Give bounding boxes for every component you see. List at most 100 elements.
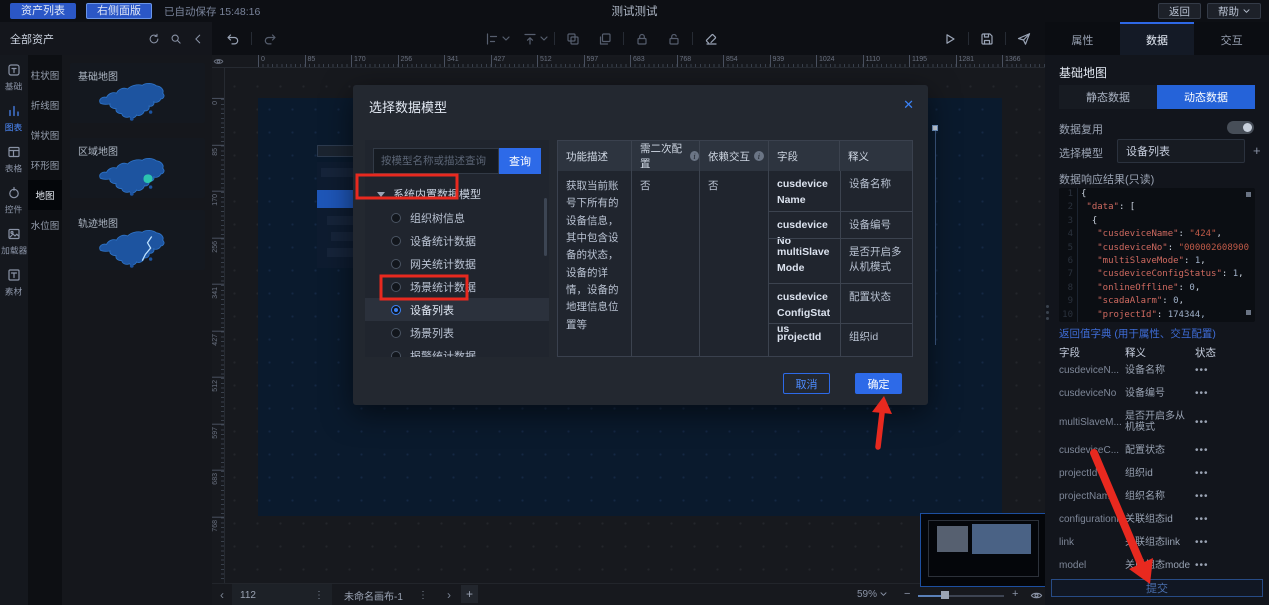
dict-status-menu[interactable]: ••• [1195,468,1209,479]
ruler-eye-icon[interactable] [213,56,224,67]
zoom-slider-handle[interactable] [941,591,949,599]
static-data-option[interactable]: 静态数据 [1059,85,1157,109]
header-label: 依赖交互 [708,149,750,164]
radio-icon[interactable] [391,351,401,358]
zoom-in-button[interactable]: + [1012,588,1018,600]
tree-item-model[interactable]: 场景列表 [365,321,549,344]
page-tab[interactable]: 112 ⋮ [232,584,332,605]
tree-item-model[interactable]: 网关统计数据 [365,252,549,275]
radio-icon[interactable] [391,236,401,246]
chevron-down-icon[interactable] [540,35,548,43]
zoom-out-button[interactable]: − [904,588,910,600]
preview-eye-icon[interactable] [1030,589,1043,602]
panel-resize-handle[interactable] [1046,305,1049,320]
add-page-button[interactable]: + [461,585,478,603]
page-tab[interactable]: 未命名画布-1 ⋮ [336,584,436,605]
help-button[interactable]: 帮助 [1207,3,1261,19]
confirm-button[interactable]: 确定 [855,373,902,394]
dict-status-menu[interactable]: ••• [1195,365,1209,376]
dict-status-menu[interactable]: ••• [1195,537,1209,548]
undo-icon[interactable] [226,32,240,46]
chart-type-item[interactable]: 折线图 [28,90,62,120]
duplicate-icon[interactable] [598,32,612,46]
info-icon[interactable]: i [754,151,764,161]
dynamic-data-option[interactable]: 动态数据 [1157,85,1255,109]
search-icon[interactable] [170,33,182,45]
align-left-icon[interactable] [485,32,499,46]
group-icon[interactable] [566,32,580,46]
dict-row: configurationId关联组态id••• [1045,508,1269,531]
model-search-button[interactable]: 查询 [499,148,541,174]
eraser-icon[interactable] [704,32,718,46]
tree-item-model[interactable]: 报警统计数据 [365,344,549,357]
tree-root-system-models[interactable]: 系统内置数据模型 [365,182,549,206]
page-menu-icon[interactable]: ⋮ [314,590,324,601]
code-token [1081,255,1097,268]
sidebar-item-5[interactable]: 加载器 [0,227,28,257]
cancel-button[interactable]: 取消 [783,373,830,394]
dict-status-menu[interactable]: ••• [1195,514,1209,525]
code-token: : [1222,268,1233,281]
submit-button[interactable]: 提交 [1051,579,1263,597]
dict-status-menu[interactable]: ••• [1195,417,1209,428]
redo-icon[interactable] [263,32,277,46]
dict-status-menu[interactable]: ••• [1195,491,1209,502]
save-icon[interactable] [980,32,994,46]
map-card-track[interactable]: 轨迹地图 [70,210,205,270]
return-dict-link[interactable]: 返回值字典 (用于属性、交互配置) [1059,326,1216,341]
collapse-panel-icon[interactable] [192,33,204,45]
sidebar-item-4[interactable]: 控件 [0,186,28,216]
tab-properties[interactable]: 属性 [1045,22,1120,55]
sidebar-item-2[interactable]: 图表 [0,104,28,134]
dict-status-menu[interactable]: ••• [1195,445,1209,456]
align-top-icon[interactable] [523,32,537,46]
dict-status-menu[interactable]: ••• [1195,388,1209,399]
add-model-icon[interactable]: + [1253,143,1261,158]
tree-item-model[interactable]: 组织树信息 [365,206,549,229]
map-card-basic[interactable]: 基础地图 [70,63,205,123]
radio-icon[interactable] [391,282,401,292]
model-search-input[interactable] [373,148,499,174]
radio-icon[interactable] [391,305,401,315]
chart-type-item[interactable]: 饼状图 [28,120,62,150]
info-icon[interactable]: i [690,151,699,161]
sidebar-item-1[interactable]: 基础 [0,63,28,93]
right-panel-button[interactable]: 右侧面版 [86,3,152,19]
dict-status-menu[interactable]: ••• [1195,560,1209,571]
chart-type-item[interactable]: 地图 [28,180,62,210]
refresh-icon[interactable] [148,33,160,45]
radio-icon[interactable] [391,259,401,269]
pages-scroll-left-icon[interactable]: ‹ [220,588,224,602]
sidebar-item-3[interactable]: 表格 [0,145,28,175]
chart-type-item[interactable]: 柱状图 [28,60,62,90]
tab-interaction[interactable]: 交互 [1194,22,1269,55]
chevron-down-icon[interactable] [502,35,510,43]
radio-icon[interactable] [391,213,401,223]
data-reuse-toggle[interactable] [1227,121,1254,134]
back-button[interactable]: 返回 [1158,3,1201,19]
preview-play-icon[interactable] [943,32,957,46]
unlock-icon[interactable] [667,32,681,46]
tree-item-model[interactable]: 设备统计数据 [365,229,549,252]
zoom-level-dropdown[interactable]: 59% [857,589,887,600]
close-icon[interactable]: ✕ [903,97,914,113]
sidebar-item-6[interactable]: 素材 [0,268,28,298]
map-card-region[interactable]: 区域地图 [70,138,205,198]
page-menu-icon[interactable]: ⋮ [418,590,428,601]
select-model-input[interactable] [1117,139,1245,163]
divider [554,32,555,45]
tree-item-selected[interactable]: 设备列表 [365,298,549,321]
selection-resize-handle[interactable] [932,125,938,131]
tab-data[interactable]: 数据 [1120,22,1195,55]
chart-type-item[interactable]: 水位图 [28,210,62,240]
asset-list-button[interactable]: 资产列表 [10,3,76,19]
tree-scrollbar[interactable] [544,198,547,256]
pages-scroll-right-icon[interactable]: › [447,588,451,602]
tree-item-model[interactable]: 场景统计数据 [365,275,549,298]
publish-icon[interactable] [1017,32,1031,46]
minimap[interactable] [920,513,1045,587]
radio-icon[interactable] [391,328,401,338]
chart-type-item[interactable]: 环形图 [28,150,62,180]
json-response-viewer[interactable]: 1{2 "data": [3 {4 "cusdeviceName": "424"… [1059,188,1255,322]
lock-icon[interactable] [635,32,649,46]
